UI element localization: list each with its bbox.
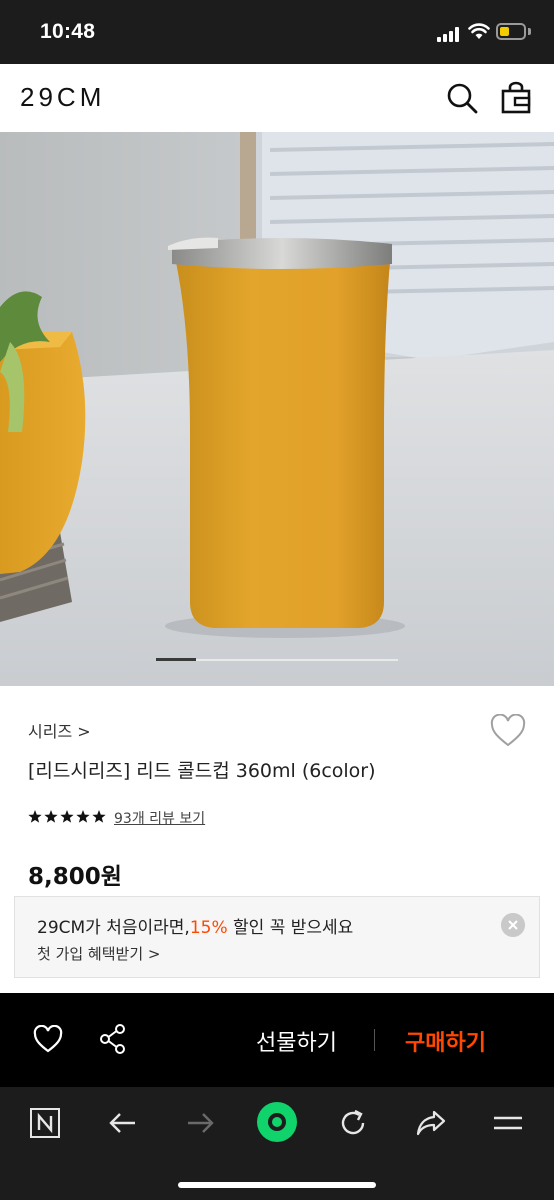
reload-icon[interactable]	[335, 1105, 371, 1141]
close-icon[interactable]	[501, 913, 525, 937]
forward-arrow-icon[interactable]	[182, 1105, 218, 1141]
star-rating-icon	[28, 810, 106, 823]
promo-signup-link[interactable]: 첫 가입 혜택받기 >	[37, 943, 160, 964]
back-arrow-icon[interactable]	[105, 1105, 141, 1141]
shopping-bag-icon[interactable]	[500, 81, 532, 115]
image-pager-active	[156, 658, 196, 661]
like-heart-icon[interactable]	[33, 1025, 63, 1053]
action-divider	[374, 1029, 375, 1051]
status-bar: 10:48	[0, 0, 554, 64]
promo-headline: 29CM가 처음이라면,15% 할인 꼭 받으세요	[37, 913, 353, 938]
star-3	[60, 810, 74, 823]
wifi-icon	[468, 23, 490, 39]
star-2	[44, 810, 58, 823]
product-image-carousel[interactable]	[0, 132, 554, 686]
cellular-signal-icon	[437, 26, 461, 42]
star-5	[92, 810, 106, 823]
review-link[interactable]: 93개 리뷰 보기	[114, 808, 205, 828]
promo-headline-prefix: 29CM가 처음이라면,	[37, 918, 190, 938]
purchase-action-bar: 선물하기 구매하기	[0, 993, 554, 1087]
signup-promo-banner[interactable]: 29CM가 처음이라면,15% 할인 꼭 받으세요 첫 가입 혜택받기 >	[14, 896, 540, 978]
brand-logo[interactable]: 29CM	[20, 82, 105, 113]
heart-icon[interactable]	[489, 714, 527, 748]
app-header: 29CM	[0, 64, 554, 132]
buy-button[interactable]: 구매하기	[405, 1025, 486, 1057]
product-photo	[0, 132, 554, 686]
star-4	[76, 810, 90, 823]
naver-n-icon[interactable]	[27, 1105, 63, 1141]
share-icon[interactable]	[98, 1023, 128, 1055]
share-arrow-icon[interactable]	[413, 1105, 449, 1141]
green-home-icon[interactable]	[256, 1101, 298, 1143]
product-title: [리드시리즈] 리드 콜드컵 360ml (6color)	[28, 760, 376, 782]
product-price: 8,800원	[28, 864, 122, 890]
battery-tip	[528, 28, 531, 35]
search-icon[interactable]	[445, 81, 479, 115]
gift-button[interactable]: 선물하기	[256, 1025, 337, 1057]
menu-icon[interactable]	[490, 1105, 526, 1141]
image-pager	[156, 658, 398, 661]
status-time: 10:48	[40, 20, 96, 43]
battery-icon	[496, 23, 526, 40]
promo-discount: 15%	[189, 918, 228, 938]
promo-headline-suffix: 할인 꼭 받으세요	[227, 918, 354, 938]
breadcrumb[interactable]: 시리즈 >	[28, 718, 91, 742]
star-1	[28, 810, 42, 823]
home-indicator	[178, 1182, 376, 1188]
